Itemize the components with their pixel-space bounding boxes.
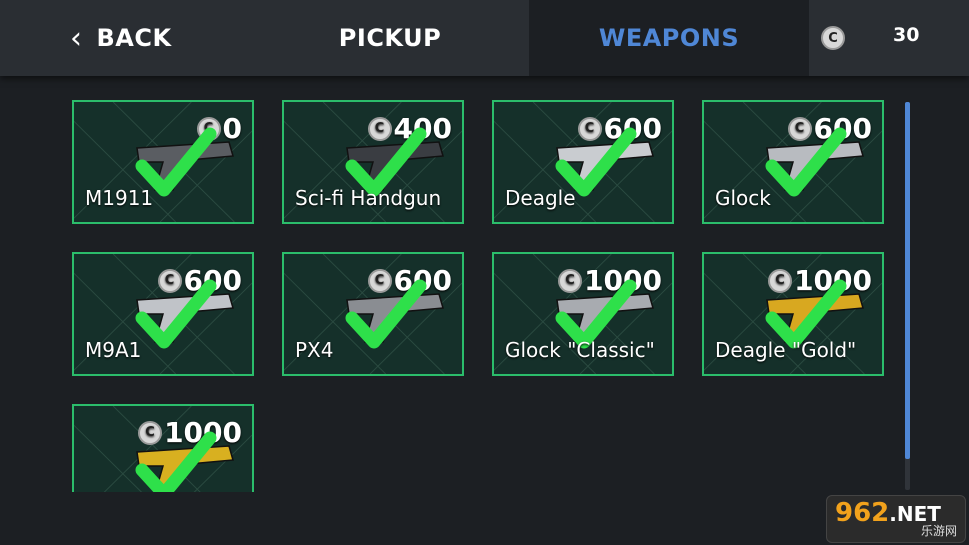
weapon-name: Deagle "Gold": [715, 338, 857, 362]
weapon-name: Deagle: [505, 186, 576, 210]
tab-weapons[interactable]: WEAPONS: [529, 0, 809, 76]
weapon-card[interactable]: C 600 PX4: [282, 252, 464, 376]
tab-pickup[interactable]: PICKUP: [300, 0, 480, 76]
chevron-left-icon: ‹: [70, 20, 83, 56]
weapon-name: Glock: [715, 186, 771, 210]
watermark-sub: 乐游网: [920, 524, 957, 538]
back-label: BACK: [96, 24, 172, 52]
checkmark-icon: [135, 431, 217, 492]
scrollbar[interactable]: [905, 102, 910, 490]
weapon-card[interactable]: C 1000 Deagle "Gold": [702, 252, 884, 376]
weapon-name: M1911: [85, 186, 154, 210]
weapon-name: Sci-fi Handgun: [295, 186, 442, 210]
currency-display: C 30: [809, 0, 969, 76]
price-value: 0: [222, 112, 242, 145]
weapon-card[interactable]: C 600 M9A1: [72, 252, 254, 376]
weapon-grid: C 0 M1911 C 400 Sci-fi Handgun C 600 Deagle C 600 G…: [72, 100, 892, 492]
weapon-card[interactable]: C 1000: [72, 404, 254, 492]
checkmark-icon: [135, 279, 217, 349]
weapon-card[interactable]: C 600 Deagle: [492, 100, 674, 224]
coin-icon: C: [821, 26, 845, 50]
top-bar: ‹ BACK PICKUP WEAPONS C 30: [0, 0, 969, 76]
weapon-card[interactable]: C 600 Glock: [702, 100, 884, 224]
weapon-card[interactable]: C 400 Sci-fi Handgun: [282, 100, 464, 224]
weapon-name: Glock "Classic": [505, 338, 655, 362]
currency-amount: 30: [893, 24, 920, 46]
checkmark-icon: [765, 127, 847, 197]
scrollbar-thumb[interactable]: [905, 102, 910, 459]
tab-pickup-label: PICKUP: [338, 24, 442, 52]
weapon-card[interactable]: C 0 M1911: [72, 100, 254, 224]
weapon-name: PX4: [295, 338, 334, 362]
tab-weapons-label: WEAPONS: [598, 24, 740, 52]
back-button[interactable]: ‹ BACK: [70, 0, 200, 76]
weapon-name: M9A1: [85, 338, 142, 362]
checkmark-icon: [345, 279, 427, 349]
weapon-card[interactable]: C 1000 Glock "Classic": [492, 252, 674, 376]
watermark-logo: 962.NET 乐游网: [826, 495, 966, 543]
